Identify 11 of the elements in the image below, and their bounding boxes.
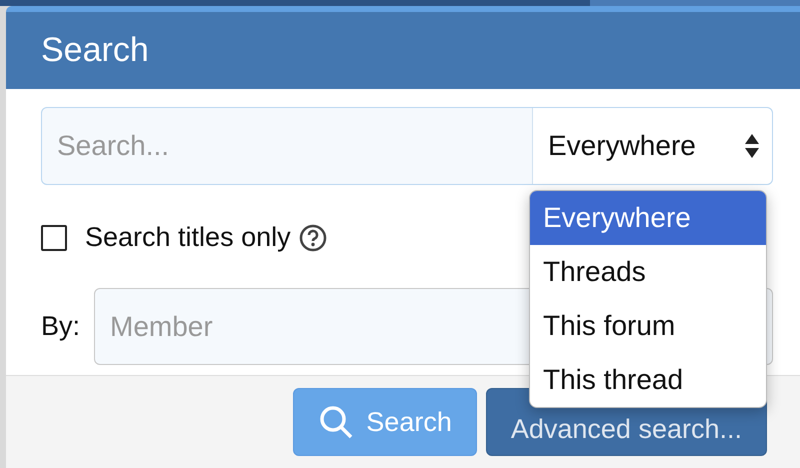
checkbox-label: Search titles only bbox=[85, 222, 291, 254]
dialog-title: Search bbox=[41, 31, 149, 70]
help-icon[interactable] bbox=[298, 224, 327, 252]
field-label: By: bbox=[41, 311, 80, 342]
sort-arrows-icon bbox=[744, 133, 760, 160]
search-icon bbox=[318, 404, 354, 440]
search-field[interactable]: Search... Everywhere bbox=[41, 107, 773, 186]
menu-option[interactable]: Everywhere bbox=[530, 191, 766, 245]
checkbox[interactable] bbox=[41, 224, 67, 251]
menu-option[interactable]: This forum bbox=[530, 299, 766, 353]
scope-select[interactable]: Everywhere bbox=[532, 108, 772, 184]
